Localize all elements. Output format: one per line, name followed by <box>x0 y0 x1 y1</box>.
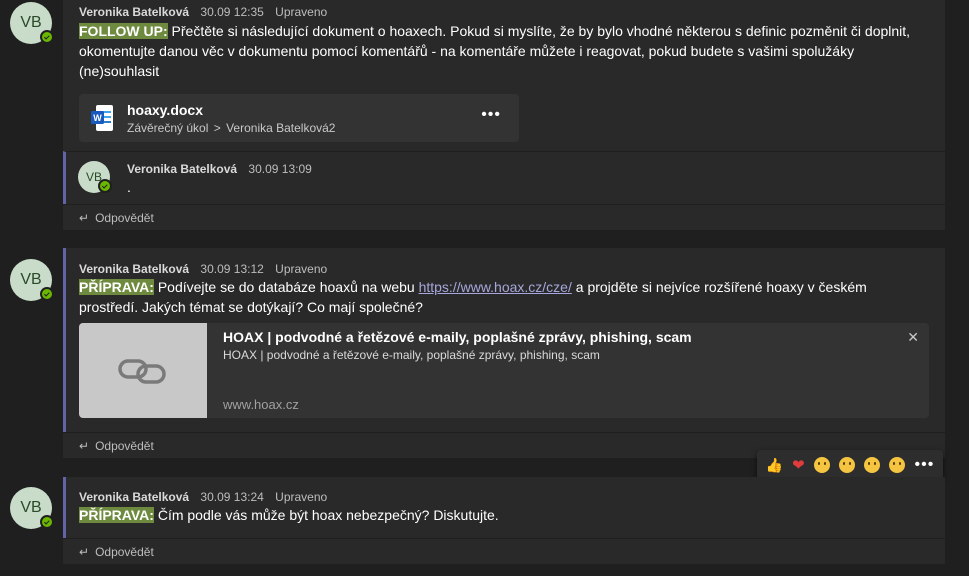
presence-available-icon <box>40 30 54 44</box>
message-text: Podívejte se do databáze hoaxů na webu <box>153 279 419 295</box>
message-body: PŘÍPRAVA: Čím podle vás může být hoax ne… <box>79 505 929 525</box>
message-text: Čím podle vás může být hoax nebezpečný? … <box>153 507 499 523</box>
avatar[interactable]: VB <box>78 161 112 193</box>
message-header: Veronika Batelková 30.09 12:35 Upraveno <box>79 5 327 19</box>
reply-label: Odpovědět <box>95 544 154 559</box>
reactions-toolbar: 👍 ❤ ••• <box>757 450 943 480</box>
more-options-icon[interactable]: ••• <box>481 106 501 124</box>
message-timestamp: 30.09 13:12 <box>200 262 264 276</box>
file-path-owner: Veronika Batelková2 <box>226 121 336 135</box>
file-name[interactable]: hoaxy.docx <box>127 102 203 118</box>
file-attachment-card[interactable]: W hoaxy.docx Závěrečný úkol > Veronika B… <box>79 94 519 142</box>
edited-label: Upraveno <box>275 5 328 19</box>
reply-author[interactable]: Veronika Batelková <box>127 162 237 176</box>
reply-header: Veronika Batelková 30.09 13:09 <box>127 162 320 176</box>
thread-reply: VB Veronika Batelková 30.09 13:09 . <box>63 151 945 204</box>
laugh-reaction-icon[interactable] <box>813 457 830 473</box>
message-text: Přečtěte si následující dokument o hoaxe… <box>79 23 911 79</box>
message-timestamp: 30.09 12:35 <box>200 5 264 19</box>
message-tag: PŘÍPRAVA: <box>79 507 154 523</box>
message-tag: FOLLOW UP: <box>79 23 168 39</box>
word-file-icon: W <box>91 105 113 131</box>
reply-text: . <box>127 179 131 195</box>
reply-button[interactable]: ↵ Odpovědět <box>63 538 945 564</box>
hoax-link[interactable]: https://www.hoax.cz/cze/ <box>419 279 572 295</box>
message-tag: PŘÍPRAVA: <box>79 279 154 295</box>
surprised-reaction-icon[interactable] <box>839 457 856 473</box>
avatar[interactable]: VB <box>10 487 54 529</box>
avatar[interactable]: VB <box>10 2 54 44</box>
preview-domain: www.hoax.cz <box>223 397 299 412</box>
message-body: FOLLOW UP: Přečtěte si následující dokum… <box>79 21 929 81</box>
reply-label: Odpovědět <box>95 210 154 225</box>
message-author[interactable]: Veronika Batelková <box>79 262 189 276</box>
like-reaction-icon[interactable]: 👍 <box>766 457 783 474</box>
link-thumbnail <box>79 323 207 418</box>
link-preview-card[interactable]: HOAX | podvodné a řetězové e-maily, popl… <box>79 323 929 418</box>
sad-reaction-icon[interactable] <box>864 457 881 473</box>
more-options-icon[interactable]: ••• <box>915 456 935 474</box>
reply-arrow-icon: ↵ <box>79 210 90 225</box>
message-body: PŘÍPRAVA: Podívejte se do databáze hoaxů… <box>79 277 899 317</box>
message-thread: Veronika Batelková 30.09 13:24 Upraveno … <box>63 477 945 538</box>
svg-text:W: W <box>93 113 102 123</box>
reply-arrow-icon: ↵ <box>79 438 90 453</box>
preview-title[interactable]: HOAX | podvodné a řetězové e-maily, popl… <box>223 329 692 345</box>
chevron-right-icon: > <box>213 121 221 135</box>
edited-label: Upraveno <box>275 262 328 276</box>
avatar-initials: VB <box>20 14 42 31</box>
file-path: Závěrečný úkol > Veronika Batelková2 <box>127 121 335 135</box>
edited-label: Upraveno <box>275 490 328 504</box>
file-path-folder: Závěrečný úkol <box>127 121 209 135</box>
link-icon <box>118 358 166 384</box>
message-author[interactable]: Veronika Batelková <box>79 490 189 504</box>
reply-arrow-icon: ↵ <box>79 544 90 559</box>
message-timestamp: 30.09 13:24 <box>200 490 264 504</box>
message-author[interactable]: Veronika Batelková <box>79 5 189 19</box>
reply-timestamp: 30.09 13:09 <box>248 162 312 176</box>
message-header: Veronika Batelková 30.09 13:12 Upraveno <box>79 262 327 276</box>
angry-reaction-icon[interactable] <box>889 457 906 473</box>
reply-label: Odpovědět <box>95 438 154 453</box>
presence-available-icon <box>40 515 54 529</box>
avatar-initials: VB <box>20 499 42 516</box>
presence-available-icon <box>40 287 54 301</box>
close-icon[interactable]: ✕ <box>907 329 919 346</box>
message-thread: Veronika Batelková 30.09 13:12 Upraveno … <box>63 248 945 432</box>
reply-button[interactable]: ↵ Odpovědět <box>63 204 945 230</box>
presence-available-icon <box>98 179 112 193</box>
avatar-initials: VB <box>20 271 42 288</box>
avatar[interactable]: VB <box>10 259 54 301</box>
heart-reaction-icon[interactable]: ❤ <box>792 456 805 474</box>
message-header: Veronika Batelková 30.09 13:24 Upraveno <box>79 490 327 504</box>
preview-description: HOAX | podvodné a řetězové e-maily, popl… <box>223 348 600 362</box>
